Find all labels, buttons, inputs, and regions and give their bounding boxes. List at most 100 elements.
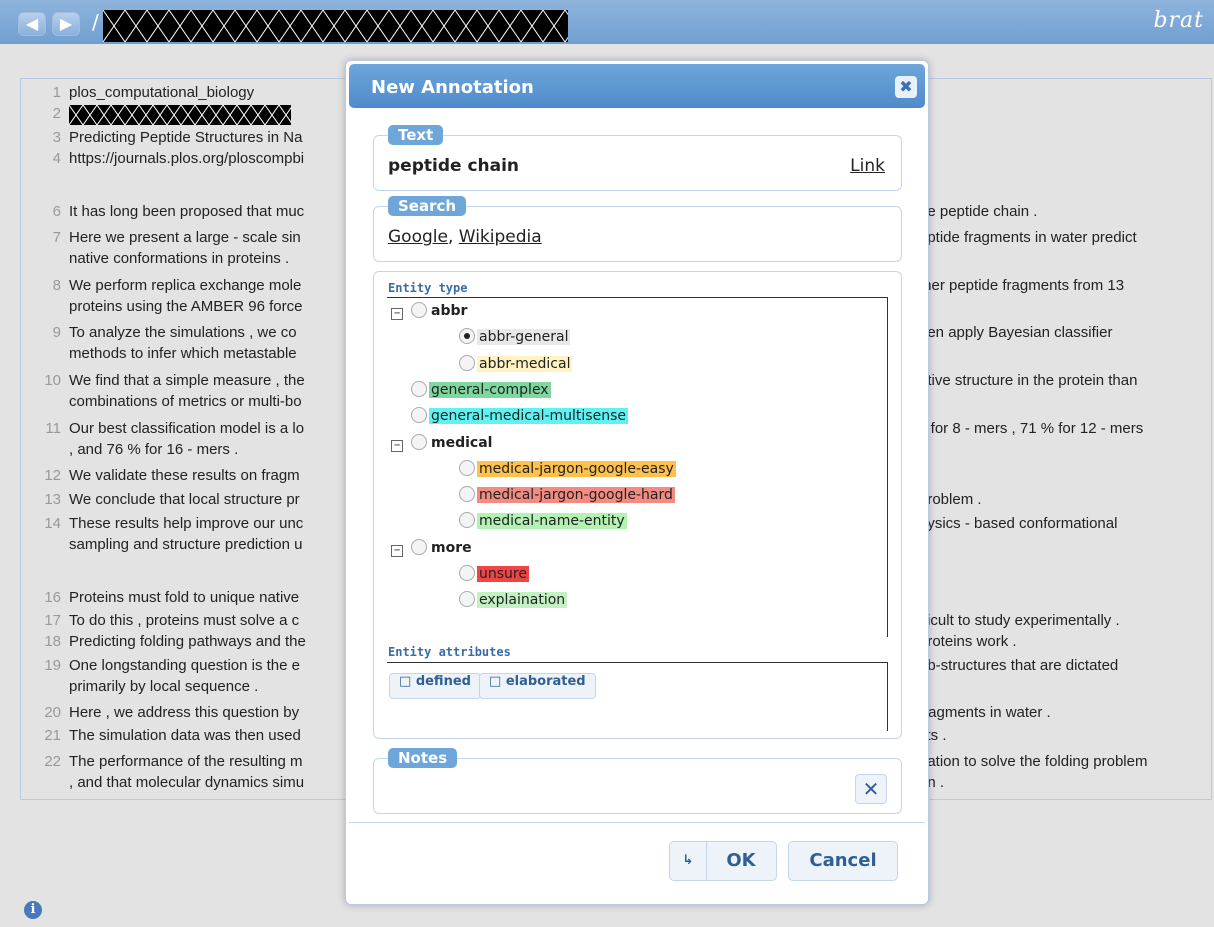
entity-type-medical[interactable]: − medical (391, 432, 494, 454)
new-annotation-dialog: New Annotation ✖ Text peptide chain Link… (345, 60, 929, 905)
search-separator: , (447, 227, 454, 247)
dialog-separator (349, 822, 925, 823)
line-number: 7 (52, 229, 61, 246)
line-text-continued[interactable]: gn . (919, 772, 1201, 793)
radio-button[interactable] (459, 565, 475, 581)
line-number: 18 (44, 633, 61, 650)
line-text-continued[interactable]: mer peptide fragments from 13 (919, 275, 1201, 296)
entity-type-medical-jargon-google-hard[interactable]: medical-jargon-google-hard (459, 484, 675, 506)
line-number: 16 (44, 589, 61, 606)
path-separator: / (92, 10, 99, 34)
arrow-right-icon[interactable]: ▶ (52, 12, 80, 36)
attr-defined-checkbox[interactable]: □ defined (389, 673, 481, 699)
line-number: 3 (52, 129, 61, 146)
top-bar: ◀ ▶ / brat (0, 0, 1214, 44)
cancel-button[interactable]: Cancel (788, 841, 898, 881)
line-number: 9 (52, 324, 61, 341)
entity-type-label: medical-jargon-google-hard (477, 487, 675, 504)
line-number: 20 (44, 704, 61, 721)
ok-button[interactable]: ↳ OK (669, 841, 777, 881)
collapse-icon[interactable]: − (391, 439, 403, 452)
line-number: 13 (44, 491, 61, 508)
line-number: 11 (45, 420, 61, 437)
radio-button[interactable] (411, 380, 427, 397)
close-icon[interactable]: ✖ (895, 76, 917, 98)
line-number: 6 (52, 203, 61, 220)
line-number: 22 (44, 753, 61, 770)
line-text-continued[interactable]: ub-structures that are dictated (919, 655, 1201, 676)
entity-type-label: medical-name-entity (477, 513, 627, 530)
entity-type-tree: − abbr abbr-general abbr-medical general-com… (387, 297, 888, 637)
line-text-continued[interactable]: s for 8 - mers , 71 % for 12 - mers (919, 418, 1201, 439)
link-button[interactable]: Link (850, 156, 885, 176)
search-legend: Search (388, 196, 467, 216)
radio-button[interactable] (459, 512, 475, 529)
line-number: 10 (44, 372, 61, 389)
entity-type-label: general-medical-multisense (429, 408, 628, 425)
attr-elaborated-checkbox[interactable]: □ elaborated (479, 673, 596, 699)
search-wikipedia-link[interactable]: Wikipedia (459, 227, 542, 247)
radio-button[interactable] (411, 302, 427, 318)
line-text-continued[interactable]: ative structure in the protein than (919, 370, 1201, 391)
line-text-continued[interactable]: hen apply Bayesian classifier (919, 322, 1201, 343)
notes-input[interactable] (388, 773, 848, 801)
line-number: 2 (52, 105, 61, 122)
entity-type-label: abbr (431, 303, 468, 319)
entity-type-title: Entity type (388, 281, 468, 295)
line-number: 14 (44, 515, 61, 532)
radio-button[interactable] (459, 486, 475, 503)
notes-legend: Notes (388, 748, 458, 768)
line-number: 4 (52, 150, 61, 167)
notes-fieldset: Notes ✕ (373, 748, 902, 814)
line-text-continued[interactable]: cts . (919, 725, 1201, 746)
entity-type-label: explaination (477, 592, 568, 609)
brand-logo: brat (1153, 8, 1204, 33)
line-number: 1 (52, 84, 61, 101)
line-text-continued[interactable]: he peptide chain . (919, 201, 1201, 222)
line-number: 19 (44, 657, 61, 674)
radio-button[interactable] (411, 433, 427, 450)
entity-type-label: abbr-general (477, 329, 571, 346)
entity-type-label: unsure (477, 566, 529, 582)
entity-type-abbr-general[interactable]: abbr-general (459, 326, 571, 348)
entity-type-general-medical-multisense[interactable]: general-medical-multisense (411, 405, 628, 427)
radio-button[interactable] (459, 459, 475, 476)
radio-button[interactable] (411, 407, 427, 424)
radio-button[interactable] (411, 538, 427, 555)
entity-type-medical-jargon-google-easy[interactable]: medical-jargon-google-easy (459, 458, 676, 480)
text-fieldset: Text peptide chain Link (373, 125, 902, 191)
entity-type-general-complex[interactable]: general-complex (411, 379, 551, 401)
clear-notes-button[interactable]: ✕ (855, 774, 887, 804)
entity-type-medical-name-entity[interactable]: medical-name-entity (459, 510, 627, 532)
line-text-continued[interactable]: problem . (919, 489, 1201, 510)
line-text-continued[interactable]: fragments in water . (919, 702, 1201, 723)
entity-type-label: abbr-medical (477, 355, 573, 372)
radio-button[interactable] (459, 328, 475, 345)
dialog-header: New Annotation ✖ (349, 64, 925, 108)
entity-type-abbr-medical[interactable]: abbr-medical (459, 353, 573, 375)
line-number: 8 (52, 277, 61, 294)
line-number: 21 (44, 727, 61, 744)
entity-type-more[interactable]: − more (391, 537, 474, 559)
line-text-continued[interactable]: eptide fragments in water predict (919, 227, 1201, 248)
entity-type-label: medical (431, 434, 493, 451)
line-text-continued[interactable]: fficult to study experimentally . (919, 610, 1201, 631)
line-text-continued[interactable]: proteins work . (919, 631, 1201, 652)
search-google-link[interactable]: Google (388, 227, 448, 247)
attr-elaborated-label: elaborated (505, 674, 586, 689)
line-text-continued[interactable]: nation to solve the folding problem (919, 751, 1201, 772)
arrow-left-icon[interactable]: ◀ (18, 12, 46, 36)
entity-type-abbr[interactable]: − abbr (391, 300, 469, 322)
line-text-continued[interactable]: hysics - based conformational (919, 513, 1201, 534)
entity-type-unsure[interactable]: unsure (459, 563, 529, 585)
attr-defined-label: defined (415, 674, 471, 689)
info-icon[interactable]: i (24, 901, 42, 919)
dialog-title: New Annotation (371, 77, 534, 98)
entity-type-explaination[interactable]: explaination (459, 589, 568, 611)
entity-attributes-box: □ defined □ elaborated (387, 662, 888, 731)
collapse-icon[interactable]: − (391, 308, 403, 320)
radio-button[interactable] (459, 591, 475, 608)
collapse-icon[interactable]: − (391, 544, 403, 557)
ok-shortcut-icon: ↳ (670, 842, 707, 880)
radio-button[interactable] (459, 354, 475, 371)
